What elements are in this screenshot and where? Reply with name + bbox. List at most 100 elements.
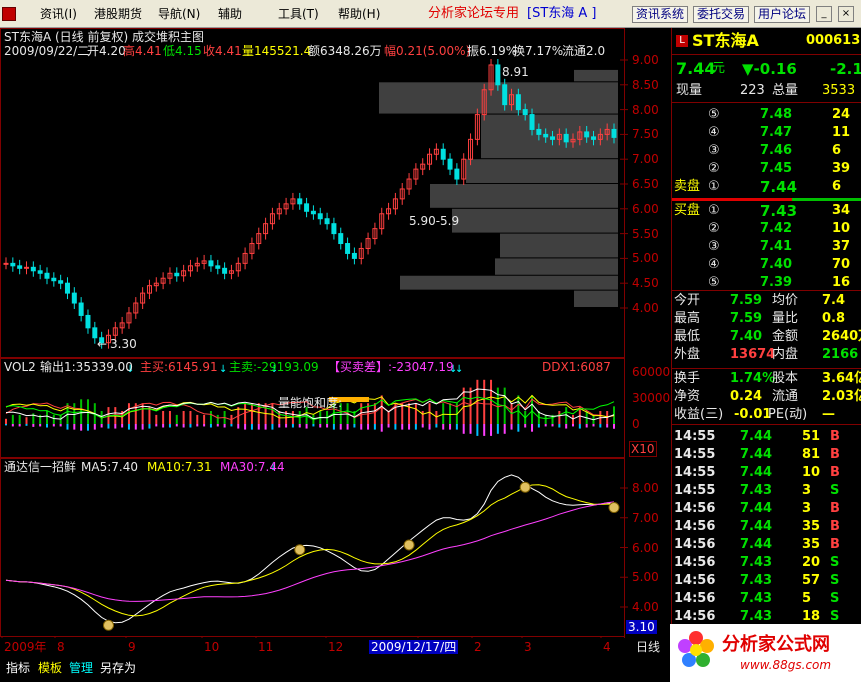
header-turnover: 换7.17% (513, 44, 564, 58)
tick-volume: 51 (802, 429, 821, 444)
close-icon[interactable]: × (838, 6, 854, 22)
candle-body (584, 131, 590, 138)
tick-row[interactable]: 14:56 7.43 5 S (672, 590, 861, 608)
tick-volume: 5 (802, 591, 812, 606)
watermark-logo: 分析家公式网 www.88gs.com (670, 624, 861, 682)
ask-volume: 24 (832, 107, 851, 122)
bid-volume: 70 (832, 257, 851, 272)
volume-profile-bar (500, 233, 618, 258)
stat-row[interactable]: 净资 0.24 流通 2.03亿 (672, 388, 861, 406)
candle-body (3, 262, 9, 265)
tick-row[interactable]: 14:56 7.44 35 B (672, 518, 861, 536)
user-forum-button[interactable]: 用户论坛 (754, 6, 811, 23)
tab-template[interactable]: 模板 (36, 660, 64, 677)
candle-body (611, 128, 617, 138)
info-system-button[interactable]: 资讯系统 (632, 6, 689, 23)
header-date: 2009/09/22/二 (4, 44, 90, 58)
tick-row[interactable]: 14:56 7.43 57 S (672, 572, 861, 590)
stat-value: 13674 (730, 347, 776, 362)
stat-row[interactable]: 最低 7.40 金额 2640万 (672, 328, 861, 346)
menu-hk-futures[interactable]: 港股期货 (94, 5, 142, 23)
vol-output: 输出1:35339.00 (40, 360, 133, 374)
tick-row[interactable]: 14:55 7.44 10 B (672, 464, 861, 482)
stat-row[interactable]: 最高 7.59 量比 0.8 (672, 310, 861, 328)
stat-label: 均价 (772, 293, 799, 308)
vol-x10[interactable]: X10 (629, 441, 657, 457)
stat-value: 2640万 (822, 329, 861, 344)
ma-title: 通达信一招鲜 (4, 460, 77, 474)
tick-side: B (830, 447, 840, 462)
tick-side: S (830, 483, 840, 498)
ma5-label: MA5:7.40 (81, 460, 138, 474)
ask-row[interactable]: ⑤ 7.48 24 (672, 106, 861, 124)
candle-body (30, 266, 36, 272)
vol-label: VOL2 (4, 360, 36, 374)
cursor-date: 2009/12/17/四 (369, 640, 459, 654)
ask-price: 7.46 (760, 143, 793, 158)
price-change-pct: -2.1 (830, 60, 861, 78)
ask-row[interactable]: 卖盘 ① 7.44 6 (672, 178, 861, 196)
stat-label: PE(动) (768, 407, 808, 422)
chart-area[interactable]: ↓ ↓ ↓ ↓ ↓ ↓ ST东海A (日线 前复权) 成交堆积主图 2009/09/22/… (0, 28, 671, 654)
tick-row[interactable]: 14:55 7.43 3 S (672, 482, 861, 500)
tick-time: 14:56 (674, 591, 716, 606)
bid-row[interactable]: ② 7.42 10 (672, 220, 861, 238)
stat-row[interactable]: 换手 1.74%股本 3.64亿 (672, 370, 861, 388)
tick-side: B (830, 501, 840, 516)
vol-diff: 【买卖差】:-23047.19 (328, 360, 454, 374)
total-vol-label: 总量 (772, 83, 799, 98)
period-label[interactable]: 日线 (636, 640, 660, 654)
bid-price: 7.41 (760, 239, 793, 254)
candle-body (64, 282, 70, 294)
forum-title: 分析家论坛专用 (428, 6, 520, 21)
tick-row[interactable]: 14:56 7.44 35 B (672, 536, 861, 554)
menu-assist[interactable]: 辅助 (218, 5, 242, 23)
ma-axis-label: 4.00 (632, 600, 659, 614)
app-logo-icon[interactable] (2, 7, 16, 21)
vol-axis-label: 0 (632, 417, 640, 431)
menu-bar: 资讯(I) 港股期货 导航(N) 辅助 工具(T) 帮助(H) 分析家论坛专用 … (0, 0, 861, 28)
tick-row[interactable]: 14:55 7.44 81 B (672, 446, 861, 464)
now-vol-label: 现量 (676, 83, 703, 98)
tab-save-as[interactable]: 另存为 (98, 660, 138, 677)
menu-navigate[interactable]: 导航(N) (158, 5, 200, 23)
kline-chart[interactable]: ↓ ↓ ↓ ↓↓↓ (0, 28, 670, 640)
ask-bid-divider-green (792, 198, 861, 201)
ask-volume: 6 (832, 143, 842, 158)
tick-row[interactable]: 14:56 7.44 3 B (672, 500, 861, 518)
bid-row[interactable]: ④ 7.40 70 (672, 256, 861, 274)
stat-label: 最低 (674, 329, 701, 344)
x-axis-label: 2 (474, 640, 482, 654)
tick-row[interactable]: 14:55 7.44 51 B (672, 428, 861, 446)
bid-row[interactable]: 买盘 ① 7.43 34 (672, 202, 861, 220)
signal-icons (102, 481, 620, 631)
menu-tools[interactable]: 工具(T) (278, 5, 319, 23)
header-amount: 额6348.26万 (308, 44, 382, 58)
tick-time: 14:55 (674, 429, 716, 444)
tick-price: 7.43 (740, 555, 773, 570)
candle-body (324, 218, 330, 225)
ask-row[interactable]: ④ 7.47 11 (672, 124, 861, 142)
stat-row[interactable]: 外盘 13674 内盘 2166 (672, 346, 861, 364)
bid-price: 7.43 (760, 202, 798, 220)
buy-label: 买盘 (674, 203, 701, 218)
volume-profile-bar (574, 69, 618, 82)
tab-manage[interactable]: 管理 (67, 660, 95, 677)
candle-body (345, 243, 351, 254)
stat-row[interactable]: 今开 7.59 均价 7.4 (672, 292, 861, 310)
money-bag-icon (294, 544, 306, 556)
vol-axis-label: 30000 (632, 391, 671, 405)
tab-indicator[interactable]: 指标 (4, 660, 32, 677)
x-axis-label: 9 (128, 640, 136, 654)
minimize-icon[interactable]: _ (816, 6, 832, 22)
ask-row[interactable]: ② 7.45 39 (672, 160, 861, 178)
vol-main-buy: 主买:6145.91 (140, 360, 218, 374)
menu-help[interactable]: 帮助(H) (338, 5, 380, 23)
ask-row[interactable]: ③ 7.46 6 (672, 142, 861, 160)
trade-button[interactable]: 委托交易 (693, 6, 750, 23)
menu-info[interactable]: 资讯(I) (40, 5, 77, 23)
bid-row[interactable]: ③ 7.41 37 (672, 238, 861, 256)
stat-value: 2.03亿 (822, 389, 861, 404)
tick-row[interactable]: 14:56 7.43 20 S (672, 554, 861, 572)
stat-row[interactable]: 收益(三) -0.01 PE(动) — (672, 406, 861, 424)
